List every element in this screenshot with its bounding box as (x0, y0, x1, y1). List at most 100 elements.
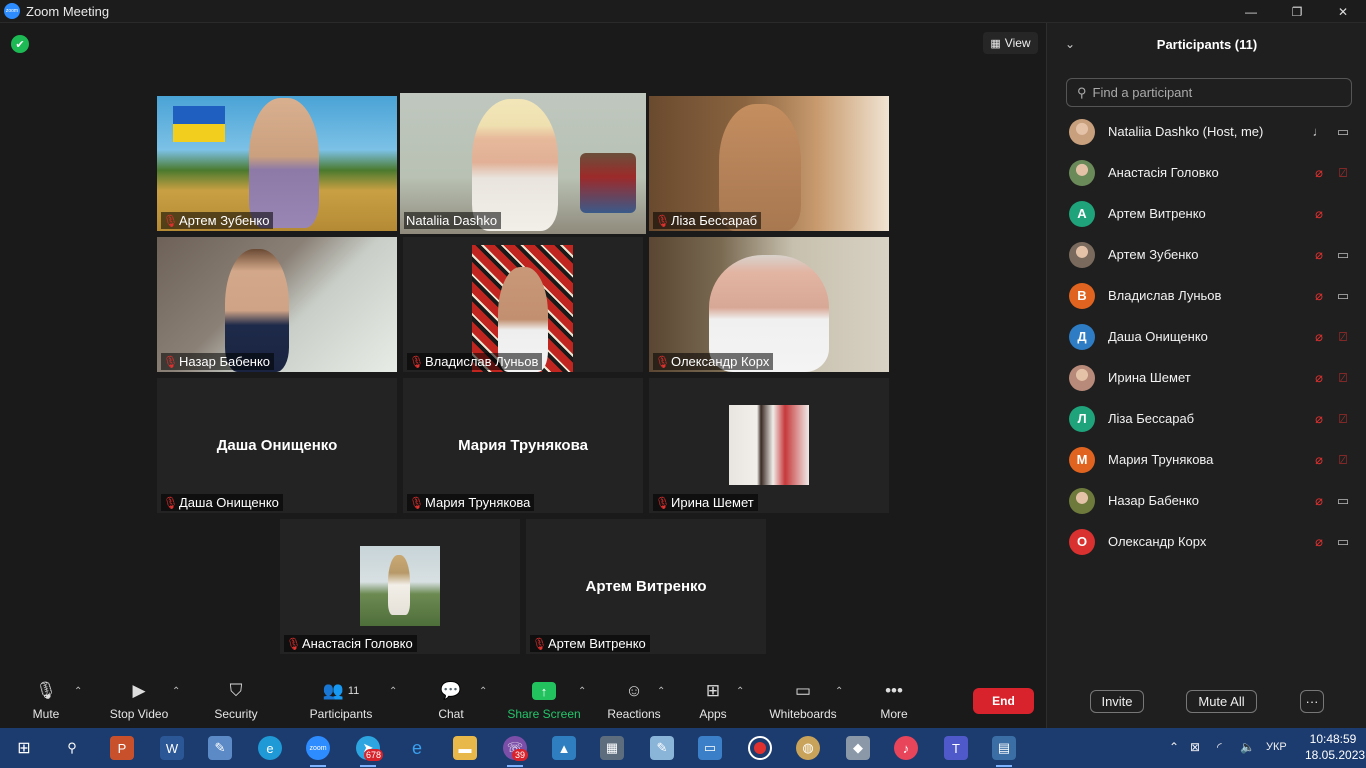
maximize-button[interactable]: ❐ (1274, 0, 1320, 23)
avatar: Д (1069, 323, 1095, 350)
participant-row[interactable]: Ирина Шемет ⌀ ⍁ (1047, 357, 1366, 398)
microphone-muted-icon[interactable]: ⌀ (1312, 329, 1326, 345)
music-icon[interactable]: ♪ (894, 736, 918, 760)
view-button[interactable]: ▦ View (983, 32, 1038, 54)
avatar: Л (1069, 405, 1095, 432)
participant-row[interactable]: Анастасія Головко ⌀ ⍁ (1047, 152, 1366, 193)
chat-button[interactable]: 💬 Chat ⌃ (436, 680, 487, 726)
participant-name: Артем Зубенко (179, 213, 270, 228)
participant-row[interactable]: Артем Зубенко ⌀ ▭ (1047, 234, 1366, 275)
internet-explorer-icon[interactable]: e (405, 736, 429, 760)
microphone-muted-icon[interactable]: ⌀ (1312, 206, 1326, 222)
share-screen-button[interactable]: ↑ Share Screen ⌃ (507, 680, 586, 726)
find-participant-input[interactable]: ⚲ Find a participant (1066, 78, 1352, 107)
apps-button[interactable]: ⊞ Apps ⌃ (698, 680, 744, 726)
participant-row[interactable]: Назар Бабенко ⌀ ▭ (1047, 480, 1366, 521)
share-options-caret[interactable]: ⌃ (578, 686, 586, 697)
video-options-caret[interactable]: ⌃ (172, 686, 180, 697)
more-button[interactable]: ••• More (878, 680, 910, 726)
document-viewer-icon[interactable]: ▤ (992, 736, 1016, 767)
video-tile[interactable]: Мария Трунякова 🎙 Мария Трунякова (403, 378, 643, 513)
mute-all-button[interactable]: Mute All (1186, 690, 1257, 713)
microphone-muted-icon[interactable]: ⌀ (1312, 370, 1326, 386)
photos-icon[interactable]: ▲ (552, 736, 576, 760)
video-tile[interactable]: 🎙 Владислав Луньов (403, 237, 643, 372)
video-camera-off-icon[interactable]: ⍁ (1334, 165, 1352, 181)
video-camera-icon[interactable]: ▭ (1334, 534, 1352, 550)
mute-options-caret[interactable]: ⌃ (74, 686, 82, 697)
video-camera-off-icon[interactable]: ⍁ (1334, 370, 1352, 386)
zoom-taskbar-icon[interactable]: zoom (306, 736, 330, 767)
video-camera-off-icon[interactable]: ⍁ (1334, 452, 1352, 468)
remote-desktop-icon[interactable]: ▭ (698, 736, 722, 760)
participant-row[interactable]: М Мария Трунякова ⌀ ⍁ (1047, 439, 1366, 480)
security-button[interactable]: ⛉ Security (212, 680, 260, 726)
word-icon[interactable]: W (160, 736, 184, 760)
video-tile[interactable]: 🎙 Олександр Корх (649, 237, 889, 372)
mute-button[interactable]: 🎙 Mute ⌃ (24, 680, 83, 726)
video-tile[interactable]: Даша Онищенко 🎙 Даша Онищенко (157, 378, 397, 513)
video-camera-icon[interactable]: ▭ (1334, 247, 1352, 263)
keyboard-language[interactable]: УКР (1266, 741, 1287, 753)
participant-row[interactable]: А Артем Витренко ⌀ (1047, 193, 1366, 234)
video-tile[interactable]: Артем Витренко 🎙 Артем Витренко (526, 519, 766, 654)
calculator-icon[interactable]: ▦ (600, 736, 624, 760)
windows-start-icon[interactable]: ⊞ (12, 736, 36, 760)
microphone-muted-icon[interactable]: ⌀ (1312, 165, 1326, 181)
show-hidden-icons-chevron-icon[interactable]: ⌃ (1169, 740, 1179, 754)
panel-more-button[interactable]: ··· (1300, 690, 1324, 713)
participant-row[interactable]: Д Даша Онищенко ⌀ ⍁ (1047, 316, 1366, 357)
participant-row[interactable]: Л Ліза Бессараб ⌀ ⍁ (1047, 398, 1366, 439)
video-tile[interactable]: 🎙 Назар Бабенко (157, 237, 397, 372)
apps-options-caret[interactable]: ⌃ (736, 686, 744, 697)
screen-recorder-icon[interactable] (748, 736, 772, 760)
video-tile[interactable]: 🎙 Ирина Шемет (649, 378, 889, 513)
participant-row[interactable]: В Владислав Луньов ⌀ ▭ (1047, 275, 1366, 316)
video-camera-icon[interactable]: ▭ (1334, 493, 1352, 509)
microphone-icon[interactable]: ♩ (1312, 124, 1326, 139)
minimize-button[interactable]: — (1228, 0, 1274, 23)
participants-button[interactable]: 👥 11 Participants ⌃ (308, 680, 398, 726)
video-camera-off-icon[interactable]: ⍁ (1334, 329, 1352, 345)
roblox-icon[interactable]: ◆ (846, 736, 870, 760)
whiteboards-options-caret[interactable]: ⌃ (835, 686, 843, 697)
stop-video-button[interactable]: ▶ Stop Video ⌃ (107, 680, 181, 726)
system-clock[interactable]: 10:48:59 18.05.2023 (1305, 731, 1365, 763)
encryption-shield-icon[interactable]: ✔ (11, 35, 29, 53)
close-button[interactable]: ✕ (1320, 0, 1366, 23)
video-tile[interactable]: 🎙 Ліза Бессараб (649, 96, 889, 231)
video-camera-icon[interactable]: ▭ (1334, 124, 1352, 140)
whiteboards-button[interactable]: ▭ Whiteboards ⌃ (767, 680, 843, 726)
paint-tool-icon[interactable]: ✎ (650, 736, 674, 760)
powerpoint-icon[interactable]: P (110, 736, 134, 760)
network-status-icon[interactable]: ⊠ (1190, 740, 1200, 754)
profile-photo (729, 405, 809, 485)
video-tile-active-speaker[interactable]: Nataliia Dashko (400, 93, 646, 234)
participants-options-caret[interactable]: ⌃ (389, 686, 397, 697)
invite-button[interactable]: Invite (1090, 690, 1144, 713)
microphone-muted-icon[interactable]: ⌀ (1312, 493, 1326, 509)
notes-app-icon[interactable]: ✎ (208, 736, 232, 760)
microphone-muted-icon[interactable]: ⌀ (1312, 288, 1326, 304)
participant-row[interactable]: О Олександр Корх ⌀ ▭ (1047, 521, 1366, 562)
search-icon[interactable]: ⚲ (60, 736, 84, 760)
file-explorer-icon[interactable]: ▬ (453, 736, 477, 760)
edge-browser-icon[interactable]: e (258, 736, 282, 760)
microphone-muted-icon[interactable]: ⌀ (1312, 411, 1326, 427)
participant-row[interactable]: Nataliia Dashko (Host, me) ♩ ▭ (1047, 111, 1366, 152)
video-tile[interactable]: 🎙 Артем Зубенко (157, 96, 397, 231)
paint-palette-icon[interactable]: ◍ (796, 736, 820, 760)
microphone-muted-icon[interactable]: ⌀ (1312, 534, 1326, 550)
volume-icon[interactable]: 🔈 (1240, 740, 1255, 754)
video-camera-off-icon[interactable]: ⍁ (1334, 411, 1352, 427)
reactions-button[interactable]: ☺ Reactions ⌃ (606, 680, 665, 726)
video-tile[interactable]: 🎙 Анастасія Головко (280, 519, 520, 654)
reactions-options-caret[interactable]: ⌃ (657, 686, 665, 697)
microphone-muted-icon[interactable]: ⌀ (1312, 247, 1326, 263)
end-meeting-button[interactable]: End (973, 688, 1034, 714)
teams-icon[interactable]: T (944, 736, 968, 760)
chat-options-caret[interactable]: ⌃ (479, 686, 487, 697)
wifi-icon[interactable]: ◜ (1217, 740, 1222, 754)
video-camera-icon[interactable]: ▭ (1334, 288, 1352, 304)
microphone-muted-icon[interactable]: ⌀ (1312, 452, 1326, 468)
